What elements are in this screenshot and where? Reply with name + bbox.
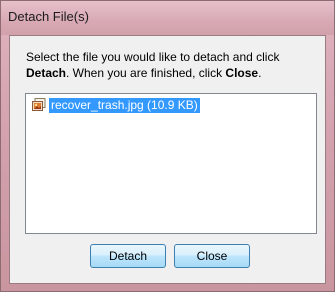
file-name-label: recover_trash.jpg (10.9 KB): [49, 98, 200, 113]
instruction-close-emphasis: Close: [225, 66, 259, 80]
file-list[interactable]: recover_trash.jpg (10.9 KB): [25, 93, 317, 234]
instruction-text-part: . When you are finished, click: [66, 66, 226, 80]
instruction-detach-emphasis: Detach: [26, 66, 67, 80]
image-file-icon: [32, 98, 46, 111]
window-title: Detach File(s): [8, 9, 89, 24]
instructions-text: Select the file you would like to detach…: [26, 49, 316, 81]
detach-button[interactable]: Detach: [90, 244, 166, 268]
instruction-text-part: .: [258, 66, 262, 80]
dialog-body: Select the file you would like to detach…: [9, 35, 326, 284]
close-button[interactable]: Close: [174, 244, 250, 268]
detach-files-dialog: Detach File(s) Select the file you would…: [0, 0, 335, 292]
instruction-text-part: Select the file you would like to detach…: [26, 50, 280, 64]
title-bar[interactable]: Detach File(s): [1, 1, 334, 35]
